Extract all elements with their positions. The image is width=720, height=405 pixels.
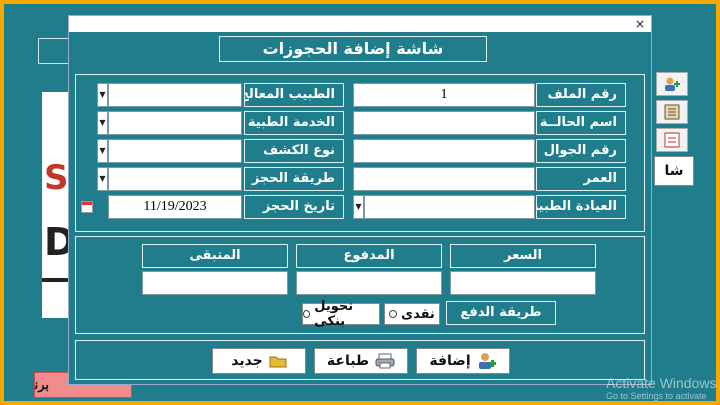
new-button[interactable]: جديد (212, 348, 306, 374)
new-button-label: جديد (231, 353, 263, 369)
remaining-label: المتبقى (142, 244, 288, 268)
exam-type-label: نوع الكشف (244, 139, 344, 163)
file-number-field[interactable]: 1 (353, 83, 535, 107)
paid-field[interactable] (296, 271, 442, 295)
booking-date-field[interactable]: 11/19/2023 (108, 195, 242, 219)
background-side-label: شا (654, 156, 694, 186)
windows-activation-watermark: Activate Windows Go to Settings to activ… (606, 375, 716, 401)
price-field[interactable] (450, 271, 596, 295)
age-label: العمر (536, 167, 626, 191)
price-label: السعر (450, 244, 596, 268)
payment-panel: السعر المدفوع المتبقى طريقة الدفع نقدى ت… (75, 236, 645, 334)
dropdown-arrow-icon[interactable]: ▼ (97, 167, 108, 191)
dropdown-arrow-icon[interactable]: ▼ (97, 139, 108, 163)
radio-indicator (303, 310, 311, 318)
report-icon (664, 132, 680, 148)
watermark-line-2: Go to Settings to activate (606, 391, 707, 401)
dropdown-arrow-icon[interactable]: ▼ (97, 83, 108, 107)
clinic-select[interactable] (364, 195, 535, 219)
doctor-label: الطبيب المعالج (244, 83, 344, 107)
paid-label: المدفوع (296, 244, 442, 268)
mobile-field[interactable] (353, 139, 535, 163)
add-button-label: إضافة (429, 353, 471, 369)
folder-icon (269, 356, 287, 368)
patient-info-panel: رقم الملف 1 اسم الحالــة رقم الجوال العم… (75, 74, 645, 232)
payment-cash-label: نقدى (401, 306, 435, 322)
close-icon[interactable]: × (635, 16, 645, 32)
payment-cash-radio[interactable]: نقدى (384, 303, 440, 325)
doctor-select[interactable] (108, 83, 242, 107)
background-add-button[interactable] (656, 72, 688, 96)
exam-type-select[interactable] (108, 139, 242, 163)
radio-indicator (389, 310, 398, 318)
background-report-button[interactable] (656, 128, 688, 152)
add-user-icon (478, 353, 496, 369)
add-user-icon (665, 77, 680, 91)
watermark-line-1: Activate Windows (606, 375, 717, 391)
booking-method-label: طريقة الحجز (244, 167, 344, 191)
payment-method-label: طريقة الدفع (446, 301, 556, 325)
print-icon (375, 353, 395, 369)
actions-panel: إضافة طباعة جديد (75, 340, 645, 380)
dropdown-arrow-icon[interactable]: ▼ (353, 195, 364, 219)
payment-bank-transfer-radio[interactable]: تحويل بنكى (302, 299, 380, 329)
case-name-field[interactable] (353, 111, 535, 135)
medical-service-select[interactable] (108, 111, 242, 135)
calendar-icon[interactable] (81, 201, 93, 213)
reservations-dialog: × شاشة إضافة الحجوزات رقم الملف 1 اسم ال… (68, 15, 652, 385)
page-title: شاشة إضافة الحجوزات (219, 36, 487, 62)
background-list-button[interactable] (656, 100, 688, 124)
list-icon (664, 104, 680, 120)
payment-bank-transfer-label: تحويل بنكى (314, 299, 354, 329)
booking-method-select[interactable] (108, 167, 242, 191)
booking-date-label: تاريخ الحجز (244, 195, 344, 219)
case-name-label: اسم الحالــة (536, 111, 626, 135)
medical-service-label: الخدمة الطبية (244, 111, 344, 135)
print-button[interactable]: طباعة (314, 348, 408, 374)
add-button[interactable]: إضافة (416, 348, 510, 374)
age-field[interactable] (353, 167, 535, 191)
dialog-titlebar: × (69, 16, 651, 32)
file-number-label: رقم الملف (536, 83, 626, 107)
dropdown-arrow-icon[interactable]: ▼ (97, 111, 108, 135)
remaining-field[interactable] (142, 271, 288, 295)
mobile-label: رقم الجوال (536, 139, 626, 163)
print-button-label: طباعة (326, 353, 370, 369)
clinic-label: العيادة الطبية (536, 195, 626, 219)
